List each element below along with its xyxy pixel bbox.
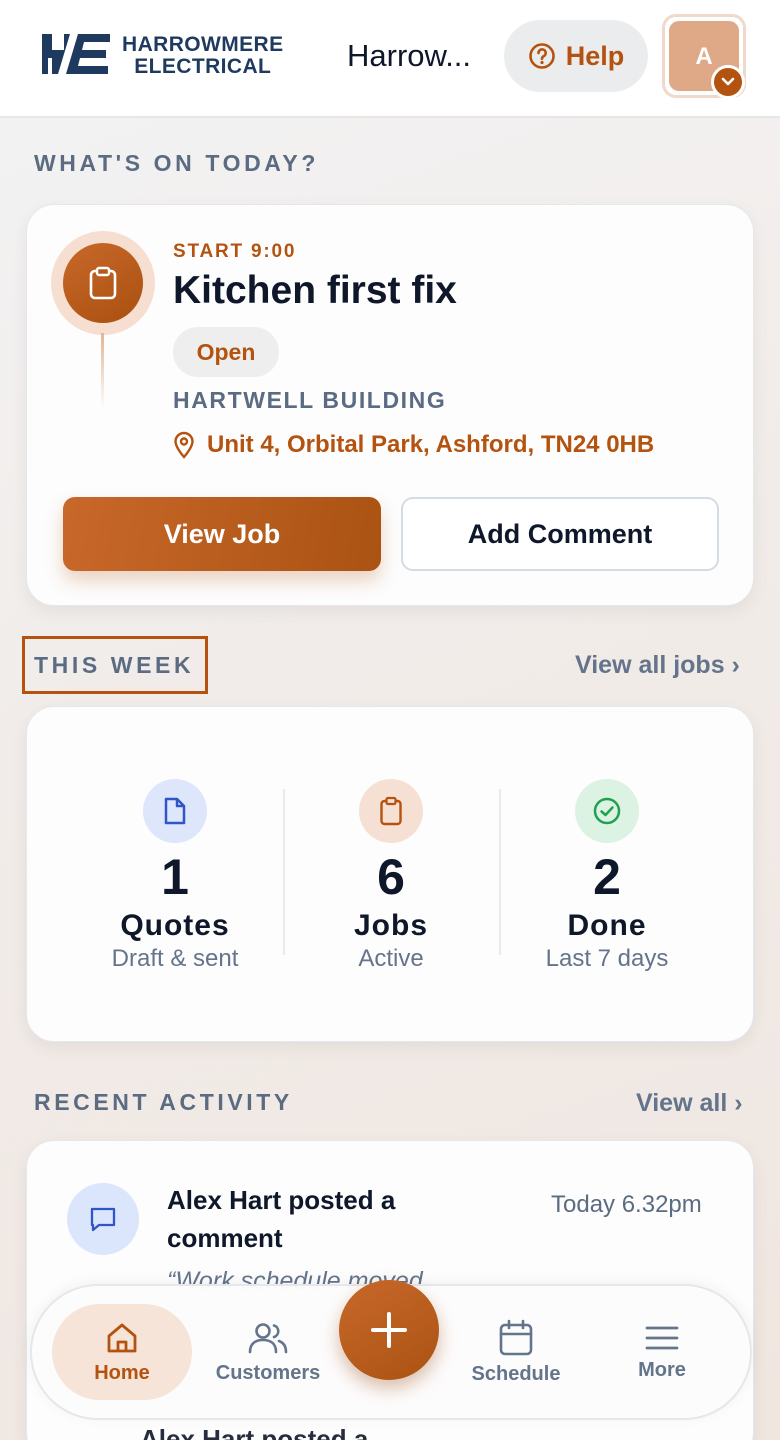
stat-sublabel: Active: [358, 945, 424, 972]
section-title-activity: RECENT ACTIVITY: [34, 1089, 293, 1115]
plus-icon: [371, 1312, 407, 1348]
timeline-connector: [101, 333, 104, 409]
logo-line-2: ELECTRICAL: [134, 55, 272, 78]
check-circle-icon: [575, 779, 639, 843]
nav-schedule[interactable]: Schedule: [446, 1304, 586, 1400]
nav-label: Customers: [215, 1361, 321, 1384]
nav-more[interactable]: More: [592, 1304, 732, 1400]
stat-value: 2: [593, 849, 621, 905]
activity-item-time: Today 6.32pm: [551, 1191, 702, 1218]
add-comment-button[interactable]: Add Comment: [401, 497, 719, 571]
clipboard-icon: [359, 779, 423, 843]
address-text: Unit 4, Orbital Park, Ashford, TN24 0HB: [207, 431, 655, 458]
stat-quotes[interactable]: 1 Quotes Draft & sent: [67, 779, 283, 975]
clipboard-icon: [63, 243, 143, 323]
stat-label: Jobs: [353, 909, 429, 942]
stat-done[interactable]: 2 Done Last 7 days: [499, 779, 715, 975]
stat-jobs[interactable]: 6 Jobs Active: [283, 779, 499, 975]
stat-sublabel: Draft & sent: [111, 945, 239, 972]
activity-item-text[interactable]: Alex Hart posted a comment: [167, 1181, 467, 1257]
status-badge: Open: [173, 327, 279, 377]
nav-label: Schedule: [471, 1362, 561, 1385]
chevron-down-icon: [711, 65, 745, 99]
calendar-icon: [499, 1319, 533, 1355]
nav-customers[interactable]: Customers: [198, 1304, 338, 1400]
customer-name: HARTWELL BUILDING: [173, 387, 447, 413]
stat-value: 6: [377, 849, 405, 905]
highlight-outline: [22, 636, 208, 694]
view-all-activity-link[interactable]: View all ›: [636, 1089, 743, 1118]
stat-label: Done: [567, 909, 647, 942]
stat-label: Quotes: [120, 909, 230, 942]
stat-sublabel: Last 7 days: [545, 945, 669, 972]
job-address[interactable]: Unit 4, Orbital Park, Ashford, TN24 0HB: [173, 431, 654, 459]
job-start-time: START 9:00: [173, 241, 297, 262]
nav-label: More: [638, 1358, 686, 1381]
job-title: Kitchen first fix: [173, 269, 457, 312]
home-icon: [107, 1323, 137, 1352]
document-icon: [143, 779, 207, 843]
activity-item-text[interactable]: Alex Hart posted a: [140, 1424, 368, 1440]
nav-label: Home: [94, 1361, 150, 1384]
menu-icon: [645, 1326, 679, 1349]
company-name[interactable]: Harrow...: [347, 38, 487, 74]
comment-icon: [67, 1183, 139, 1255]
nav-home[interactable]: Home: [52, 1304, 192, 1400]
week-stats-card: 1 Quotes Draft & sent 6 Jobs Active 2 Do…: [26, 706, 754, 1042]
job-icon-badge: [51, 231, 155, 335]
add-button[interactable]: [339, 1280, 439, 1380]
app-header: HARROWMERE ELECTRICAL Harrow... Help A: [0, 0, 780, 118]
help-label: Help: [565, 40, 625, 71]
today-job-card: START 9:00 Kitchen first fix Open HARTWE…: [26, 204, 754, 606]
section-title-today: WHAT'S ON TODAY?: [34, 150, 319, 176]
account-menu[interactable]: A: [662, 14, 746, 99]
location-pin-icon: [174, 431, 194, 459]
help-icon: [528, 43, 555, 69]
users-icon: [248, 1322, 288, 1353]
logo-wordmark: HARROWMERE ELECTRICAL: [122, 34, 284, 78]
help-button[interactable]: Help: [504, 20, 648, 92]
stat-value: 1: [161, 849, 189, 905]
logo-line-1: HARROWMERE: [122, 33, 284, 56]
view-job-button[interactable]: View Job: [63, 497, 381, 571]
view-all-jobs-link[interactable]: View all jobs ›: [575, 651, 740, 680]
company-logo: [42, 34, 110, 74]
